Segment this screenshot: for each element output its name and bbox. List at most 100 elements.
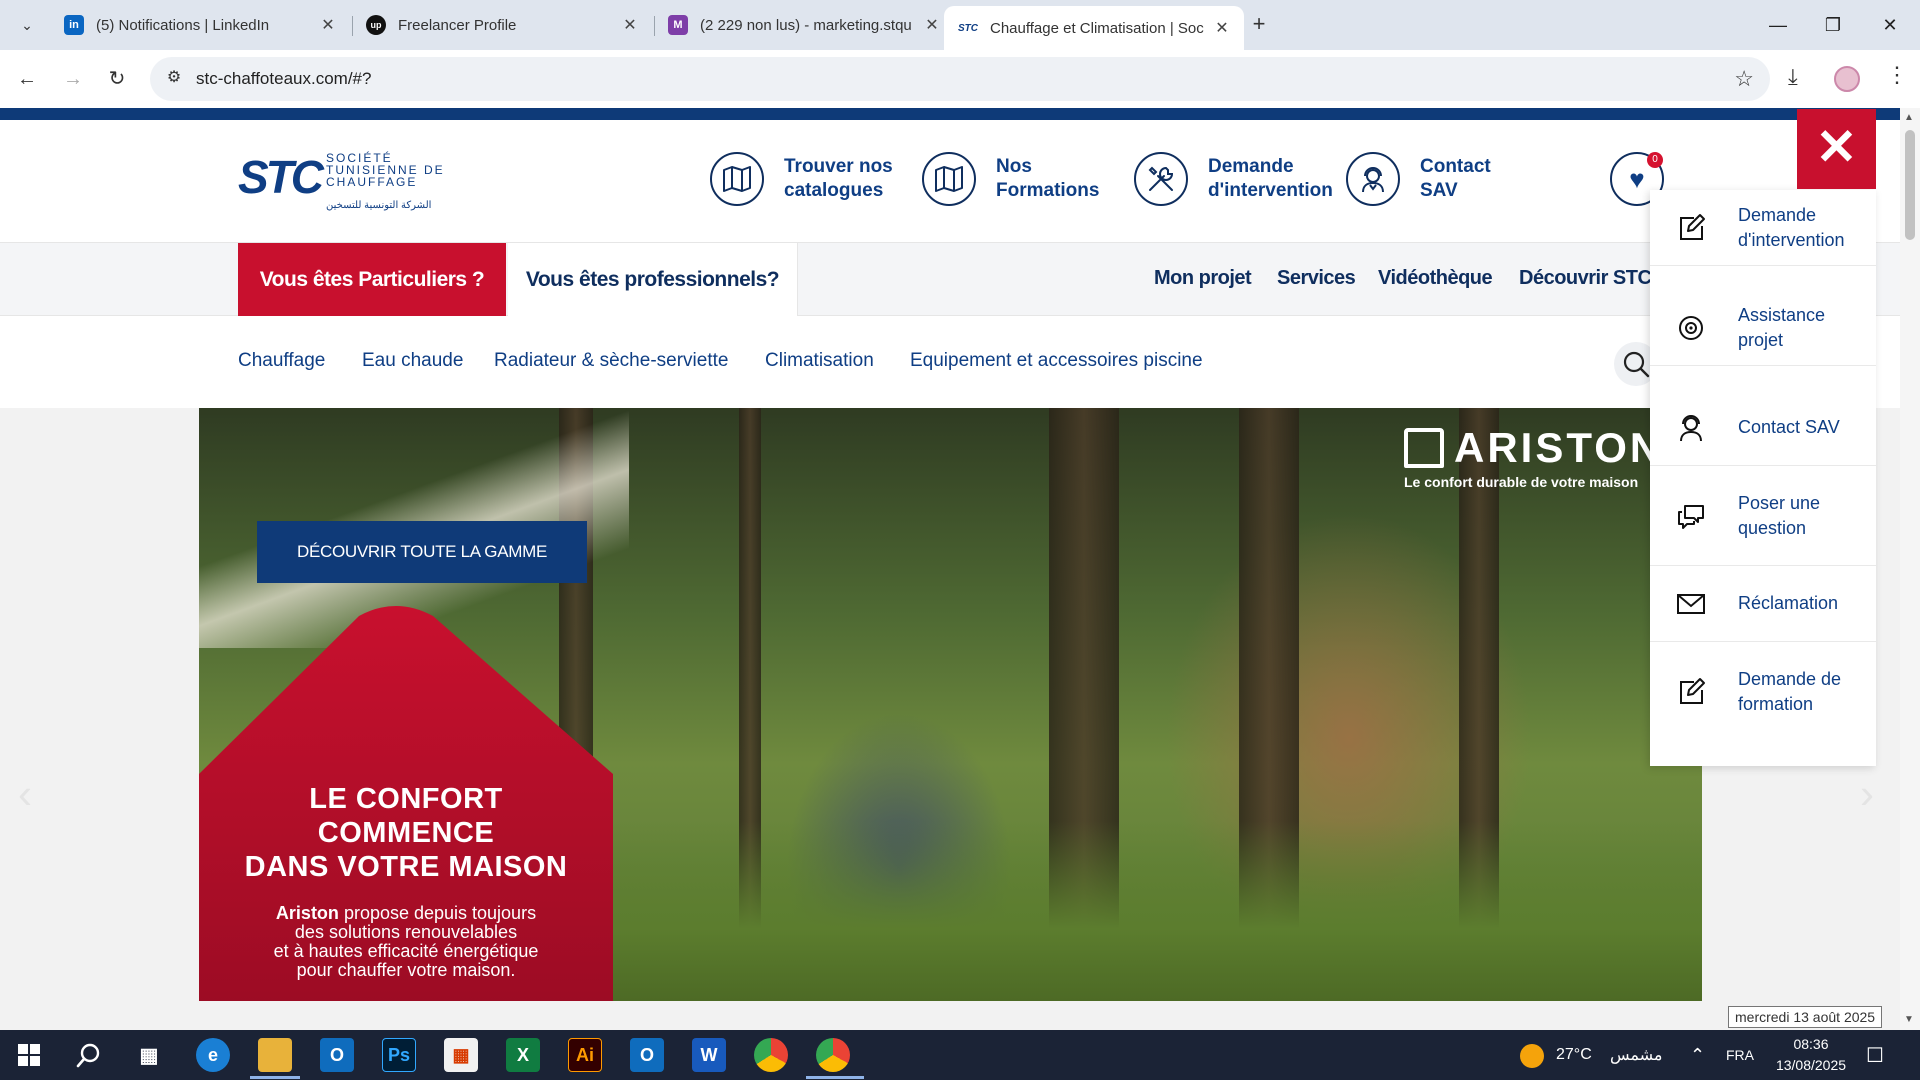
carousel-next-icon[interactable]: ›: [1860, 770, 1874, 818]
professionnels-button[interactable]: Vous êtes professionnels?: [508, 243, 798, 317]
tab-freelancer[interactable]: up Freelancer Profile ✕: [352, 6, 652, 44]
outlook-classic-icon[interactable]: O: [630, 1038, 664, 1072]
url-text[interactable]: stc-chaffoteaux.com/#?: [196, 69, 371, 89]
side-item-contact-sav[interactable]: Contact SAV: [1650, 390, 1876, 466]
category-eau-chaude[interactable]: Eau chaude: [362, 350, 463, 372]
category-radiateur[interactable]: Radiateur & sèche-serviette: [494, 350, 728, 372]
scroll-down-icon[interactable]: ▼: [1904, 1014, 1914, 1025]
side-item-reclamation[interactable]: Réclamation: [1650, 566, 1876, 642]
side-item-question[interactable]: Poser une question: [1650, 466, 1876, 566]
chat-icon: [1674, 499, 1708, 533]
site-settings-icon[interactable]: ⚙: [162, 67, 186, 91]
tab-linkedin[interactable]: in (5) Notifications | LinkedIn ✕: [50, 6, 350, 44]
microsoft-store-icon[interactable]: ▦: [444, 1038, 478, 1072]
task-view-icon[interactable]: ▦: [132, 1038, 166, 1072]
weather-temperature[interactable]: 27°C: [1556, 1030, 1592, 1080]
close-window-icon[interactable]: ✕: [1870, 10, 1910, 40]
close-tab-icon[interactable]: ✕: [1212, 18, 1232, 38]
header-link-intervention[interactable]: Demande d'intervention: [1134, 152, 1338, 206]
notifications-icon[interactable]: ☐: [1866, 1030, 1884, 1080]
download-icon[interactable]: ⤓: [1788, 64, 1798, 90]
clock[interactable]: 08:36 13/08/2025: [1766, 1034, 1856, 1076]
close-tab-icon[interactable]: ✕: [620, 15, 640, 35]
hero-headline-line: DANS VOTRE MAISON: [244, 851, 568, 883]
map-icon: [710, 152, 764, 206]
edge-icon[interactable]: e: [196, 1038, 230, 1072]
chrome-profile-icon[interactable]: [816, 1038, 850, 1072]
chrome-icon[interactable]: [754, 1038, 788, 1072]
hero-banner: DÉCOUVRIR TOUTE LA GAMME LE CONFORT COMM…: [199, 408, 1702, 1001]
favorites-count-badge: 0: [1647, 152, 1663, 168]
close-tab-icon[interactable]: ✕: [922, 15, 942, 35]
side-item-label: Assistance projet: [1738, 304, 1826, 350]
header-link-formations[interactable]: Nos Formations: [922, 152, 1099, 206]
ariston-brand-text: ARISTON: [1454, 424, 1664, 471]
new-tab-plus-icon[interactable]: +: [1246, 12, 1272, 38]
weather-description[interactable]: مشمس: [1610, 1030, 1663, 1080]
nav-item-mon-projet[interactable]: Mon projet: [1154, 267, 1252, 290]
particuliers-button[interactable]: Vous êtes Particuliers ?: [238, 243, 506, 317]
date-tooltip: mercredi 13 août 2025: [1728, 1006, 1883, 1028]
header-link-contact-sav[interactable]: Contact SAV: [1346, 152, 1530, 206]
restore-icon[interactable]: ❐: [1813, 10, 1853, 40]
header-link-label: Trouver nos catalogues: [784, 156, 893, 201]
language-indicator[interactable]: FRA: [1726, 1030, 1754, 1080]
scroll-up-icon[interactable]: ▲: [1904, 112, 1914, 123]
discover-range-button[interactable]: DÉCOUVRIR TOUTE LA GAMME: [257, 521, 587, 583]
hero-promo-house: LE CONFORT COMMENCE DANS VOTRE MAISON Ar…: [199, 604, 613, 1001]
nav-item-videotheque[interactable]: Vidéothèque: [1378, 267, 1493, 290]
side-item-formation[interactable]: Demande de formation: [1650, 642, 1876, 742]
active-indicator: [250, 1076, 300, 1079]
search-icon[interactable]: [72, 1038, 106, 1072]
reload-icon[interactable]: ↻: [102, 64, 132, 94]
header-link-catalogues[interactable]: Trouver nos catalogues: [710, 152, 894, 206]
page-scrollbar[interactable]: ▲ ▼: [1900, 108, 1920, 1030]
edit-icon: [1674, 675, 1708, 709]
illustrator-icon[interactable]: Ai: [568, 1038, 602, 1072]
carousel-prev-icon[interactable]: ‹: [18, 770, 32, 818]
outlook-icon[interactable]: O: [320, 1038, 354, 1072]
tab-title: (5) Notifications | LinkedIn: [96, 16, 270, 34]
forward-arrow-icon[interactable]: →: [58, 64, 88, 94]
logo-text: STC: [238, 151, 324, 203]
side-item-label: Contact SAV: [1738, 417, 1840, 437]
category-piscine[interactable]: Equipement et accessoires piscine: [910, 350, 1203, 372]
close-tab-icon[interactable]: ✕: [318, 15, 338, 35]
more-menu-icon[interactable]: ⋮: [1886, 62, 1908, 88]
word-icon[interactable]: W: [692, 1038, 726, 1072]
minimize-icon[interactable]: —: [1758, 10, 1798, 40]
stc-favicon-icon: STC: [958, 18, 978, 38]
nav-item-decouvrir-stc[interactable]: Découvrir STC: [1519, 267, 1652, 290]
tab-stc-active[interactable]: STC Chauffage et Climatisation | Soc ✕: [944, 6, 1244, 50]
hero-headline-line: COMMENCE: [317, 817, 495, 849]
ariston-slogan: Le confort durable de votre maison: [1404, 474, 1639, 490]
windows-start-icon[interactable]: [12, 1038, 46, 1072]
photoshop-icon[interactable]: Ps: [382, 1038, 416, 1072]
side-item-label: Demande d'intervention: [1738, 204, 1845, 250]
hero-description: Ariston propose depuis toujours des solu…: [199, 904, 613, 980]
tab-search-chevron-icon[interactable]: ⌄: [12, 10, 42, 40]
scroll-thumb[interactable]: [1905, 130, 1915, 240]
file-explorer-icon[interactable]: [258, 1038, 292, 1072]
back-arrow-icon[interactable]: ←: [12, 64, 42, 94]
category-chauffage[interactable]: Chauffage: [238, 350, 325, 372]
side-item-label: Poser une question: [1738, 492, 1821, 538]
bookmark-star-icon[interactable]: ☆: [1734, 66, 1754, 92]
side-item-assistance[interactable]: Assistance projet: [1650, 290, 1876, 366]
hero-text-line: des solutions renouvelables: [294, 922, 518, 942]
weather-sun-icon[interactable]: [1520, 1044, 1544, 1068]
side-item-intervention[interactable]: Demande d'intervention: [1650, 190, 1876, 266]
hero-headline-line: LE CONFORT: [309, 783, 503, 815]
category-climatisation[interactable]: Climatisation: [765, 350, 874, 372]
close-menu-icon[interactable]: ✕: [1797, 109, 1876, 189]
excel-icon[interactable]: X: [506, 1038, 540, 1072]
tray-chevron-up-icon[interactable]: ⌃: [1690, 1030, 1705, 1080]
tab-mail[interactable]: M (2 229 non lus) - marketing.stqu ✕: [654, 6, 954, 44]
address-bar[interactable]: ⚙ stc-chaffoteaux.com/#? ☆: [150, 57, 1770, 101]
profile-avatar[interactable]: [1834, 66, 1860, 92]
top-strip: [0, 108, 1900, 120]
quick-actions-menu: Demande d'intervention Assistance projet…: [1650, 190, 1876, 766]
nav-item-services[interactable]: Services: [1277, 267, 1356, 290]
logo-arabic: الشركة التونسية للتسخين: [326, 200, 432, 211]
stc-logo[interactable]: STC SOCIÉTÉ TUNISIENNE DE CHAUFFAGE الشر…: [238, 150, 443, 211]
